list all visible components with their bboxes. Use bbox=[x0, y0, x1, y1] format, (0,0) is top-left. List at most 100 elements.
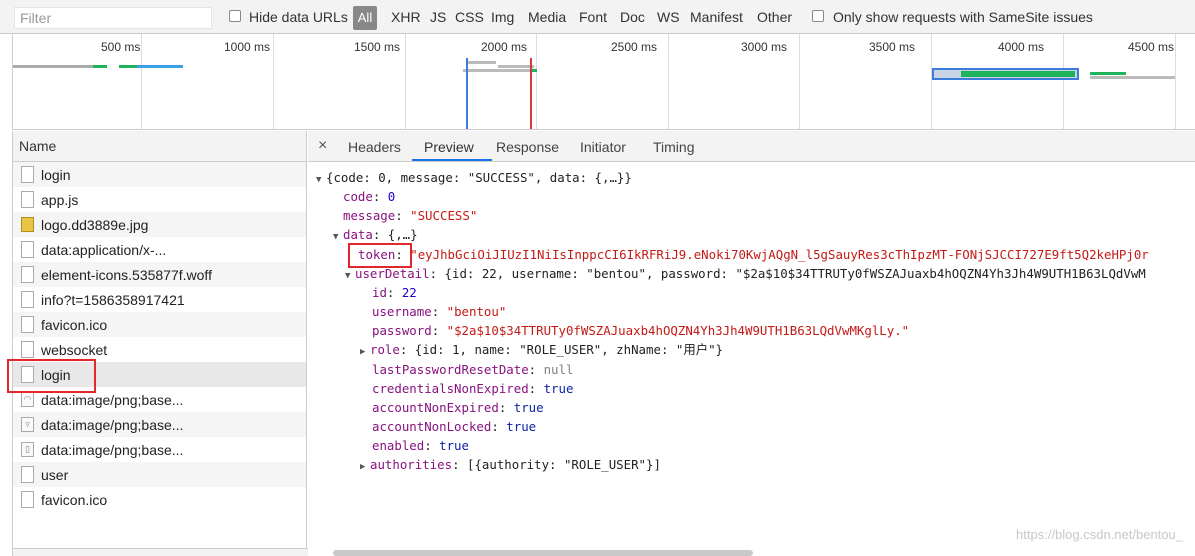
name-column-header[interactable]: Name bbox=[13, 131, 306, 162]
request-name: info?t=1586358917421 bbox=[41, 291, 185, 308]
load-event-marker bbox=[530, 58, 532, 129]
json-authorities-line[interactable]: ▶ authorities: [{authority: "ROLE_USER"}] bbox=[360, 455, 661, 474]
annotation-highlight-token bbox=[348, 243, 412, 268]
timeline-bar bbox=[1090, 76, 1175, 79]
request-row[interactable]: favicon.ico bbox=[13, 487, 306, 512]
request-row[interactable]: favicon.ico bbox=[13, 312, 306, 337]
request-row[interactable]: ▯ data:image/png;base... bbox=[13, 437, 306, 462]
samesite-label: Only show requests with SameSite issues bbox=[833, 9, 1093, 25]
tab-preview[interactable]: Preview bbox=[424, 139, 474, 155]
timeline-bar bbox=[468, 61, 496, 64]
request-name: login bbox=[41, 166, 71, 183]
timeline-bar bbox=[137, 65, 183, 68]
tick-line bbox=[799, 34, 800, 129]
hide-data-urls-label: Hide data URLs bbox=[249, 9, 348, 25]
tick-label: 4500 ms bbox=[1128, 40, 1175, 54]
json-lprd-line: lastPasswordResetDate: null bbox=[372, 362, 574, 377]
tab-timing[interactable]: Timing bbox=[653, 139, 695, 155]
document-icon bbox=[21, 466, 34, 483]
request-name: websocket bbox=[41, 341, 108, 358]
tab-headers[interactable]: Headers bbox=[348, 139, 401, 155]
request-row[interactable]: user bbox=[13, 462, 306, 487]
status-bar bbox=[13, 548, 308, 556]
document-icon bbox=[21, 291, 34, 308]
type-filter-manifest[interactable]: Manifest bbox=[690, 9, 743, 25]
timeline-bar bbox=[93, 65, 107, 68]
samesite-checkbox[interactable] bbox=[812, 10, 824, 22]
request-row[interactable]: login bbox=[13, 162, 306, 187]
request-row[interactable]: data:application/x-... bbox=[13, 237, 306, 262]
tick-line bbox=[405, 34, 406, 129]
tick-label: 1500 ms bbox=[354, 40, 401, 54]
filter-input[interactable] bbox=[14, 7, 212, 29]
type-filter-xhr[interactable]: XHR bbox=[391, 9, 421, 25]
tick-label: 2500 ms bbox=[611, 40, 658, 54]
request-list: login app.js logo.dd3889e.jpg data:appli… bbox=[13, 162, 306, 512]
json-data-line[interactable]: ▼ data: {,…} bbox=[333, 225, 418, 244]
request-row[interactable]: info?t=1586358917421 bbox=[13, 287, 306, 312]
json-id-line: id: 22 bbox=[372, 285, 417, 300]
type-filter-font[interactable]: Font bbox=[579, 9, 607, 25]
document-icon bbox=[21, 241, 34, 258]
tick-line bbox=[668, 34, 669, 129]
type-filter-js[interactable]: JS bbox=[430, 9, 446, 25]
json-role-line[interactable]: ▶ role: {id: 1, name: "ROLE_USER", zhName… bbox=[360, 340, 723, 359]
request-row[interactable]: element-icons.535877f.woff bbox=[13, 262, 306, 287]
type-filter-other[interactable]: Other bbox=[757, 9, 792, 25]
collapsed-triangle-icon[interactable]: ▶ bbox=[360, 458, 370, 477]
json-preview[interactable]: ▼ {code: 0, message: "SUCCESS", data: {,…… bbox=[308, 162, 1195, 556]
request-name: favicon.ico bbox=[41, 316, 108, 333]
request-name: user bbox=[41, 466, 69, 483]
expanded-triangle-icon[interactable]: ▼ bbox=[333, 228, 343, 247]
request-name: data:application/x-... bbox=[41, 241, 167, 258]
request-row[interactable]: app.js bbox=[13, 187, 306, 212]
image-thumbnail-icon: ◠ bbox=[21, 392, 34, 407]
request-row[interactable]: ▿ data:image/png;base... bbox=[13, 412, 306, 437]
document-icon bbox=[21, 191, 34, 208]
tab-response[interactable]: Response bbox=[496, 139, 559, 155]
tick-label: 3000 ms bbox=[741, 40, 788, 54]
annotation-highlight-login bbox=[7, 359, 96, 393]
close-icon[interactable]: × bbox=[318, 137, 327, 155]
type-filter-img[interactable]: Img bbox=[491, 9, 514, 25]
json-password-line: password: "$2a$10$34TTRUTy0fWSZAJuaxb4hO… bbox=[372, 323, 910, 338]
document-icon bbox=[21, 266, 34, 283]
tick-line bbox=[931, 34, 932, 129]
hide-data-urls-checkbox[interactable] bbox=[229, 10, 241, 22]
type-filter-doc[interactable]: Doc bbox=[620, 9, 645, 25]
tab-initiator[interactable]: Initiator bbox=[580, 139, 626, 155]
tick-label: 4000 ms bbox=[998, 40, 1045, 54]
tick-line bbox=[273, 34, 274, 129]
type-filter-ws[interactable]: WS bbox=[657, 9, 680, 25]
active-tab-indicator bbox=[412, 159, 492, 161]
json-root-line[interactable]: ▼ {code: 0, message: "SUCCESS", data: {,…… bbox=[316, 168, 632, 187]
dom-content-loaded-marker bbox=[466, 58, 468, 129]
expanded-triangle-icon[interactable]: ▼ bbox=[316, 171, 326, 190]
request-name: data:image/png;base... bbox=[41, 391, 184, 408]
horizontal-scrollbar[interactable] bbox=[333, 550, 753, 556]
type-filter-all[interactable]: All bbox=[353, 6, 377, 30]
tick-line bbox=[1175, 34, 1176, 129]
document-icon bbox=[21, 166, 34, 183]
json-cne-line: credentialsNonExpired: true bbox=[372, 381, 574, 396]
watermark: https://blog.csdn.net/bentou_ bbox=[1016, 527, 1183, 542]
timeline-bar bbox=[1090, 72, 1126, 75]
expanded-triangle-icon[interactable]: ▼ bbox=[345, 267, 355, 286]
network-overview[interactable]: 500 ms 1000 ms 1500 ms 2000 ms 2500 ms 3… bbox=[12, 34, 1195, 130]
request-name: favicon.ico bbox=[41, 491, 108, 508]
json-username-line: username: "bentou" bbox=[372, 304, 507, 319]
json-userdetail-line[interactable]: ▼ userDetail: {id: 22, username: "bentou"… bbox=[345, 264, 1146, 283]
type-filter-css[interactable]: CSS bbox=[455, 9, 484, 25]
request-name: logo.dd3889e.jpg bbox=[41, 216, 149, 233]
request-row[interactable]: logo.dd3889e.jpg bbox=[13, 212, 306, 237]
detail-tabs: × Headers Preview Response Initiator Tim… bbox=[308, 131, 1195, 162]
tick-line bbox=[141, 34, 142, 129]
document-icon bbox=[21, 491, 34, 508]
json-code-line: code: 0 bbox=[343, 189, 396, 204]
image-icon bbox=[21, 217, 34, 232]
type-filter-media[interactable]: Media bbox=[528, 9, 566, 25]
request-name: element-icons.535877f.woff bbox=[41, 266, 212, 283]
document-icon bbox=[21, 316, 34, 333]
json-ane-line: accountNonExpired: true bbox=[372, 400, 544, 415]
collapsed-triangle-icon[interactable]: ▶ bbox=[360, 343, 370, 362]
